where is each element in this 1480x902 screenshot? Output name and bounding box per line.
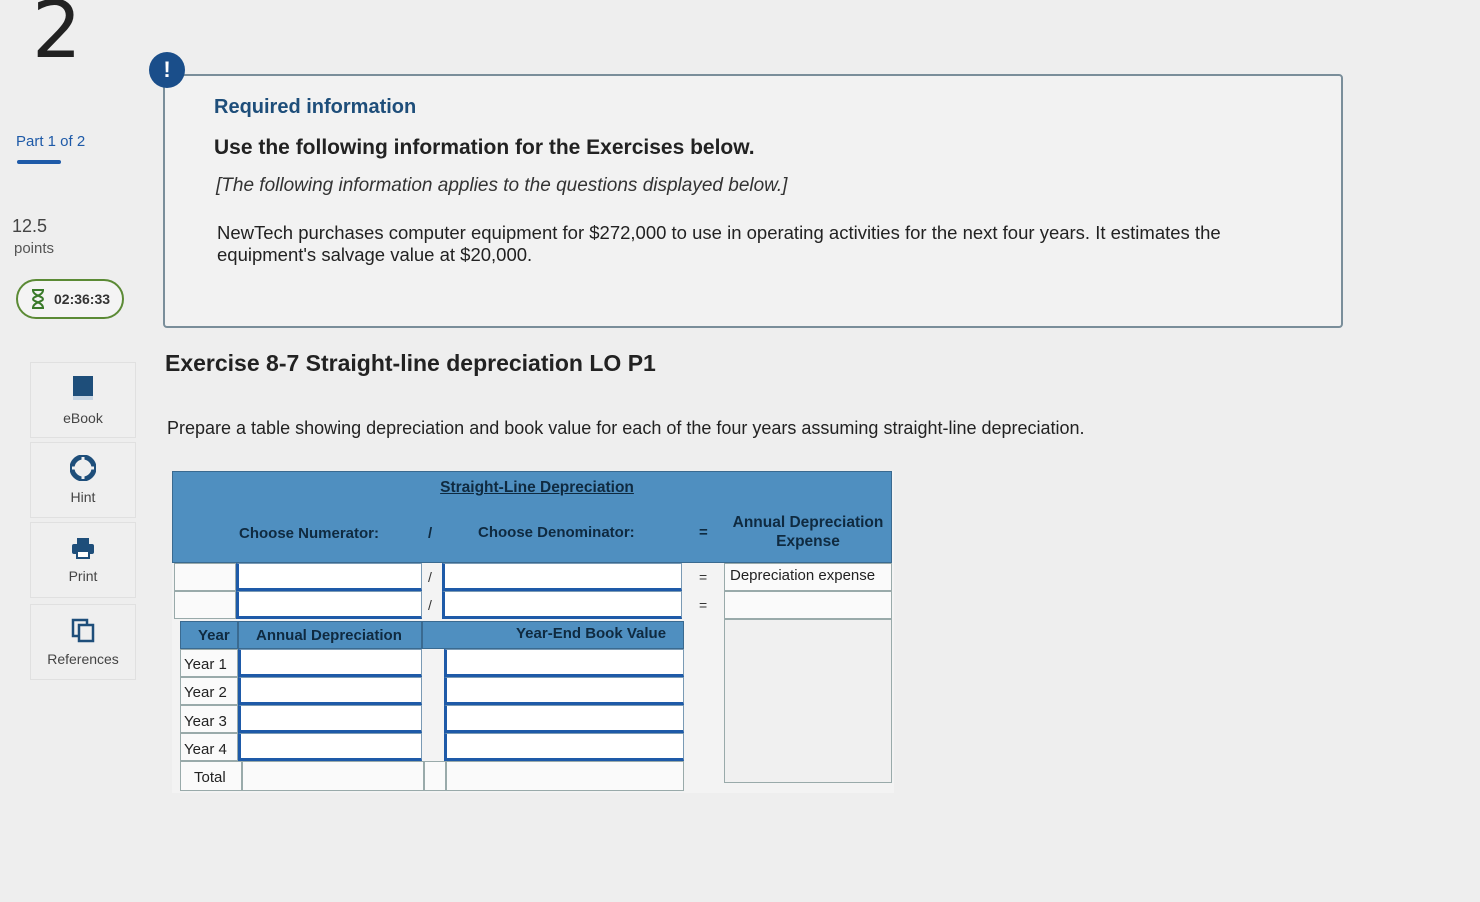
year2-label: Year 2 xyxy=(184,684,227,701)
row2-divide: / xyxy=(428,597,432,613)
lifebuoy-icon xyxy=(70,455,96,481)
year4-label: Year 4 xyxy=(184,741,227,758)
row2-result-cell[interactable] xyxy=(724,591,892,619)
sidebar-label-hint: Hint xyxy=(70,489,96,505)
info-note: [The following information applies to th… xyxy=(216,175,788,196)
sidebar-item-print[interactable]: Print xyxy=(30,522,136,598)
divide-header: / xyxy=(428,525,433,542)
year3-dep-input[interactable] xyxy=(238,705,422,733)
year-header: Year xyxy=(198,627,230,644)
row2-denominator-input[interactable] xyxy=(442,591,682,619)
total-spacer-cell xyxy=(424,761,446,791)
numerator-header: Choose Numerator: xyxy=(239,525,380,542)
year4-book-input[interactable] xyxy=(444,733,684,761)
total-dep-cell xyxy=(242,761,424,791)
table-title: Straight-Line Depreciation xyxy=(440,479,634,496)
points-label: points xyxy=(14,240,55,257)
equals-header: = xyxy=(699,524,708,541)
sidebar-label-references: References xyxy=(47,651,119,667)
required-info-title: Required information xyxy=(214,96,417,118)
row1-label-cell xyxy=(174,563,236,591)
denominator-header: Choose Denominator: xyxy=(478,524,635,541)
points-value: 12.5 xyxy=(12,216,48,236)
copy-icon xyxy=(71,618,95,643)
printer-icon xyxy=(72,538,94,559)
use-info-heading: Use the following information for the Ex… xyxy=(214,136,755,159)
year1-dep-input[interactable] xyxy=(238,649,422,677)
sidebar-label-print: Print xyxy=(68,568,98,584)
year2-dep-input[interactable] xyxy=(238,677,422,705)
part-indicator: Part 1 of 2 xyxy=(16,133,86,150)
year1-label: Year 1 xyxy=(184,656,227,673)
row1-equals: = xyxy=(699,569,708,585)
row1-divide: / xyxy=(428,569,432,585)
year2-book-input[interactable] xyxy=(444,677,684,705)
total-book-cell xyxy=(446,761,684,791)
alert-icon: ! xyxy=(149,52,185,88)
question-number: 2 xyxy=(32,0,82,76)
hourglass-icon xyxy=(31,289,45,309)
annual-dep-header: Annual Depreciation xyxy=(256,627,402,644)
year1-book-input[interactable] xyxy=(444,649,684,677)
exercise-prompt: Prepare a table showing depreciation and… xyxy=(167,418,1085,438)
timer[interactable]: 02:36:33 xyxy=(16,279,124,319)
year3-book-input[interactable] xyxy=(444,705,684,733)
row1-denominator-input[interactable] xyxy=(442,563,682,591)
row1-result-text: Depreciation expense xyxy=(730,567,876,584)
empty-right-cell xyxy=(724,619,892,783)
info-description: NewTech purchases computer equipment for… xyxy=(217,222,1221,265)
row2-numerator-input[interactable] xyxy=(236,591,422,619)
depreciation-table: Straight-Line Depreciation Choose Numera… xyxy=(172,471,894,793)
part-progress-bar xyxy=(17,160,61,164)
row2-label-cell xyxy=(174,591,236,619)
row2-equals: = xyxy=(699,597,708,613)
annual-dep-expense-header: Annual Depreciation Expense xyxy=(732,514,884,550)
exercise-title: Exercise 8-7 Straight-line depreciation … xyxy=(165,350,656,376)
book-value-header: Year-End Book Value xyxy=(516,625,667,642)
year4-dep-input[interactable] xyxy=(238,733,422,761)
sidebar-label-ebook: eBook xyxy=(63,410,103,426)
year3-label: Year 3 xyxy=(184,713,227,730)
book-icon xyxy=(73,376,93,400)
total-label: Total xyxy=(194,769,226,786)
sidebar-item-references[interactable]: References xyxy=(30,604,136,680)
sidebar-item-hint[interactable]: Hint xyxy=(30,442,136,518)
row1-numerator-input[interactable] xyxy=(236,563,422,591)
timer-text: 02:36:33 xyxy=(54,291,111,307)
sidebar-item-ebook[interactable]: eBook xyxy=(30,362,136,438)
